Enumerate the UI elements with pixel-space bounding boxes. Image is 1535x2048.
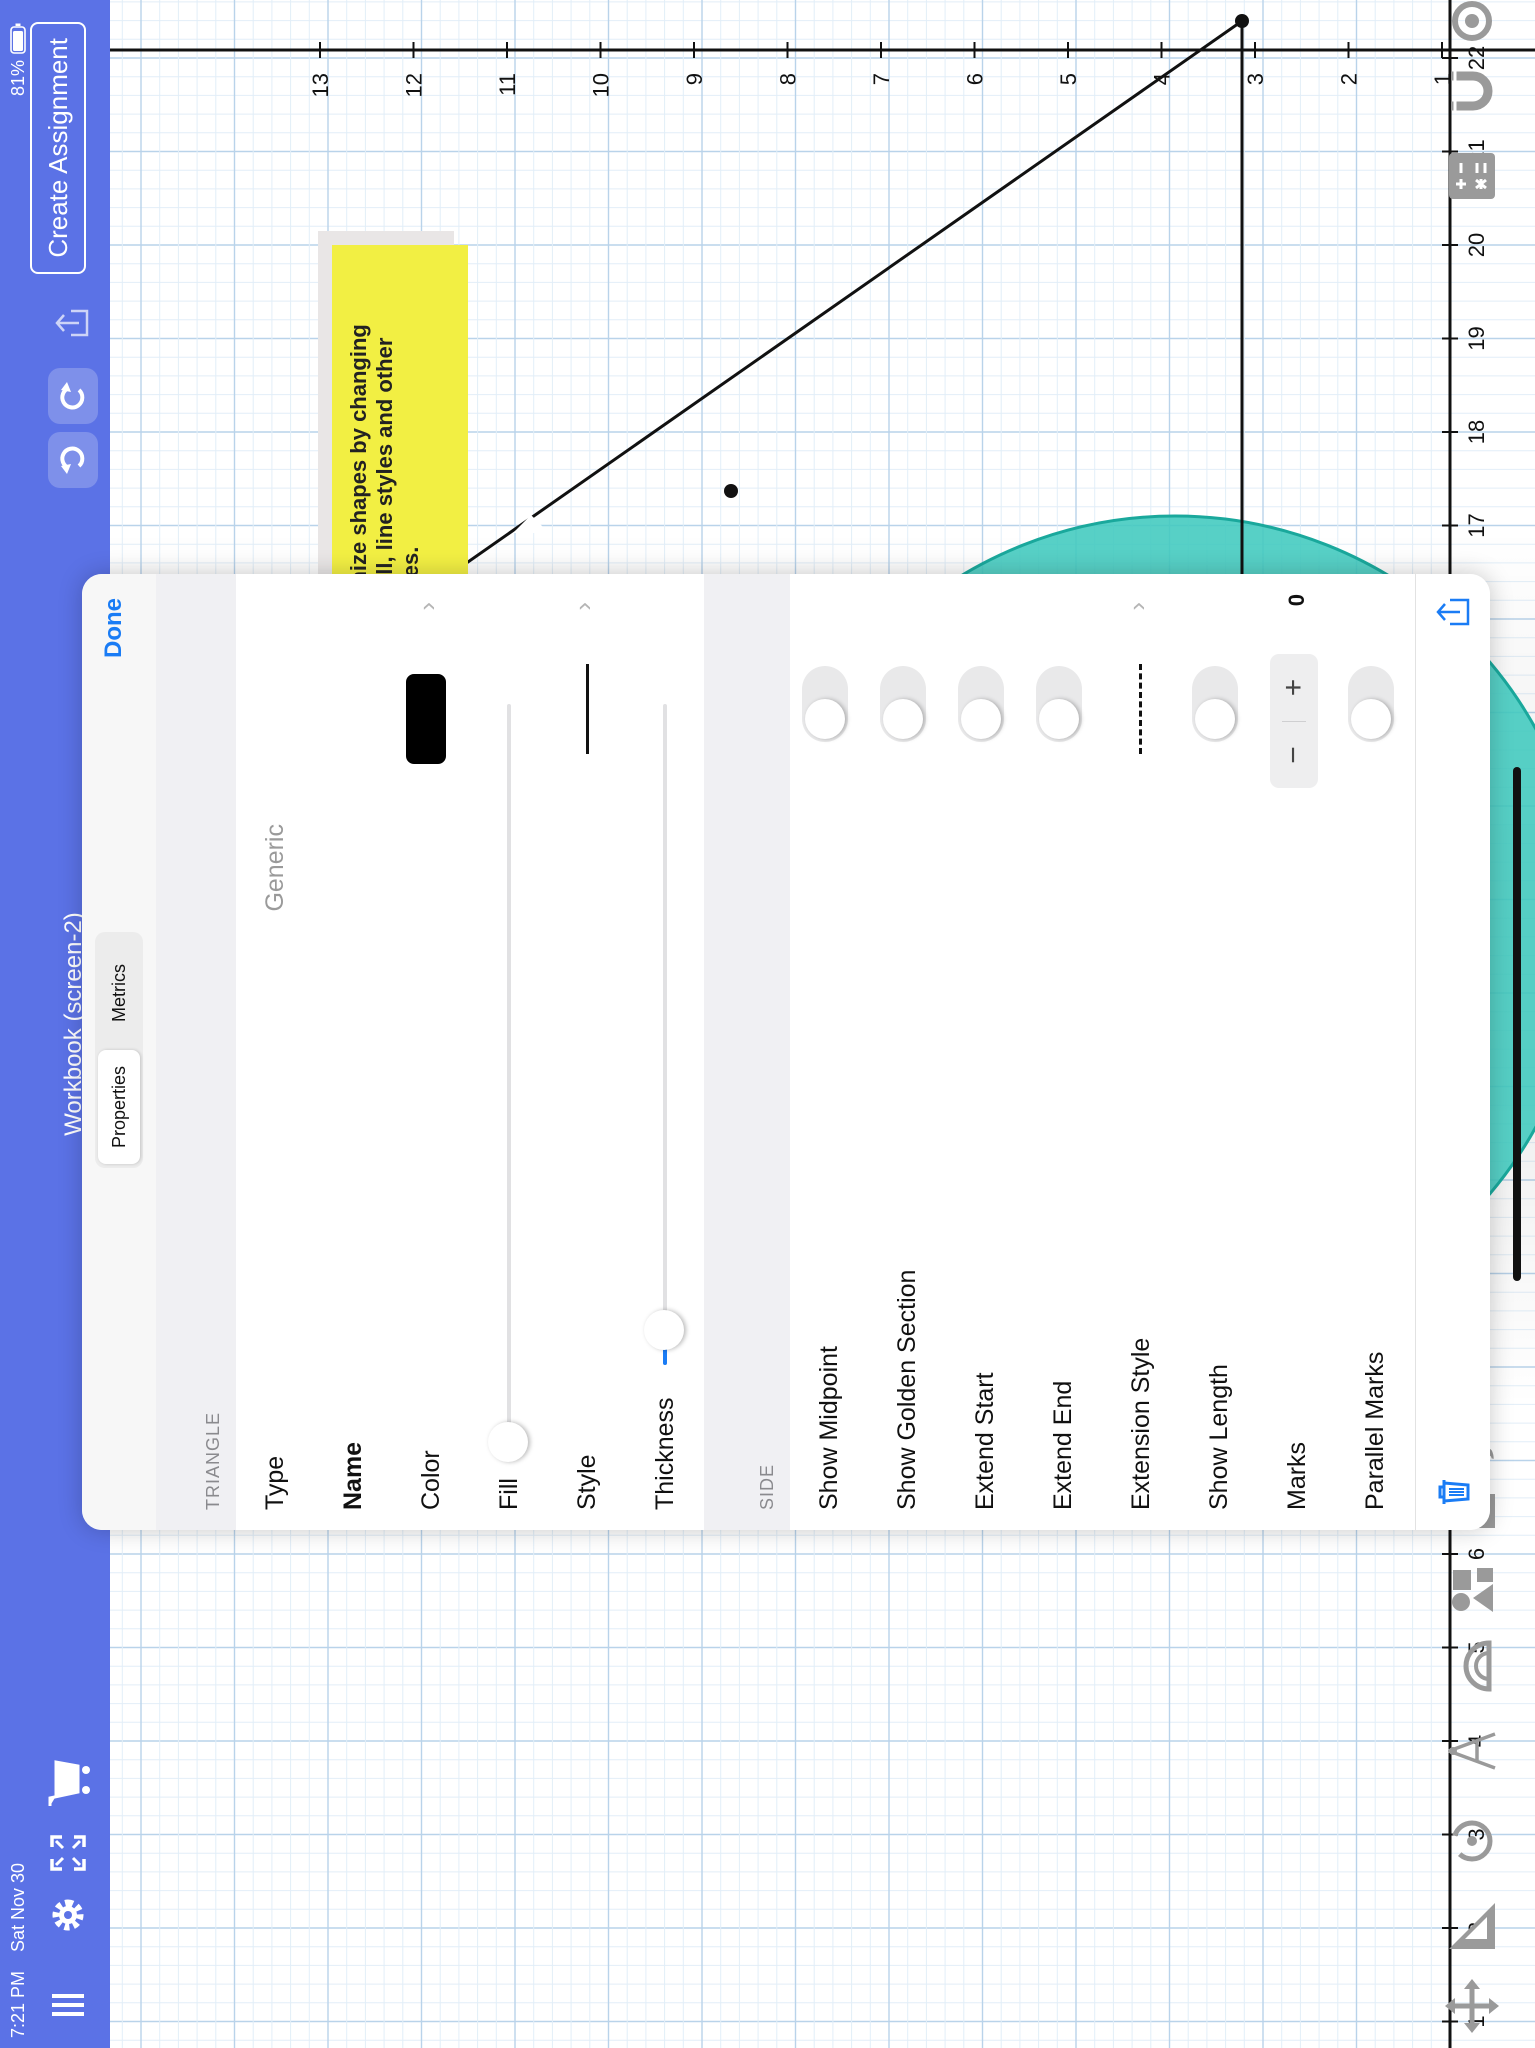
row-marks[interactable]: Marks − + 0 [1258,574,1337,1530]
thickness-slider-knob[interactable] [644,1310,684,1350]
x-tick-label: 19 [1464,326,1489,350]
row-color[interactable]: Color › [392,574,471,1530]
y-tick-label: 6 [963,73,988,85]
panel-tab-control: Properties Metrics [95,932,143,1168]
row-parallel-marks[interactable]: Parallel Marks [1336,574,1414,1530]
set-square-icon[interactable] [1440,1894,1504,1958]
chevron-right-icon: › [568,602,598,611]
y-tick-label: 13 [308,73,333,97]
share-icon[interactable] [1434,592,1474,632]
eye-icon[interactable] [1440,0,1504,43]
undo-icon [55,444,92,476]
compass-icon[interactable] [1440,1719,1504,1783]
rotate-icon[interactable] [1440,1809,1504,1873]
y-tick-label: 11 [495,73,520,96]
parallel-marks-toggle[interactable] [1348,666,1394,742]
line-style-dashed [1139,664,1142,754]
protractor-icon[interactable] [1440,1634,1504,1698]
calculator-icon[interactable] [1440,144,1504,208]
popover-arrow [513,515,549,533]
undo-button[interactable] [48,432,98,488]
color-swatch[interactable] [406,674,446,764]
properties-panel: Properties Metrics Done TRIANGLE Type Ge… [82,574,1490,1530]
status-date: Sat Nov 30 [8,1862,28,1952]
y-tick-label: 2 [1337,73,1362,85]
vertex-point[interactable] [1235,14,1249,28]
show-midpoint-toggle[interactable] [802,666,848,742]
status-time: 7:21 PM [8,1970,28,2038]
tangent-point[interactable] [724,484,738,498]
row-type[interactable]: Type Generic [236,574,315,1530]
home-indicator [1513,767,1521,1281]
x-tick-label: 18 [1464,420,1489,444]
row-name[interactable]: Name [314,574,393,1530]
y-tick-label: 7 [869,73,894,85]
show-length-toggle[interactable] [1192,666,1238,742]
row-thickness[interactable]: Thickness [626,574,704,1530]
extend-start-toggle[interactable] [958,666,1004,742]
y-tick-label: 9 [682,73,707,85]
marks-stepper[interactable]: − + [1270,654,1318,788]
create-assignment-button[interactable]: Create Assignment [30,22,86,274]
type-value: Generic [260,824,289,912]
move-icon[interactable] [1440,1974,1504,2038]
stepper-plus-button[interactable]: + [1270,654,1318,721]
row-show-midpoint[interactable]: Show Midpoint [790,574,869,1530]
y-tick-label: 8 [776,73,801,85]
y-tick-label: 10 [589,73,614,97]
battery-percent: 81% [8,60,28,97]
y-tick-label: 5 [1056,73,1081,85]
row-extend-start[interactable]: Extend Start [946,574,1025,1530]
chevron-right-icon: › [1122,602,1152,611]
row-show-length[interactable]: Show Length [1180,574,1259,1530]
line-style-solid [586,664,589,754]
done-button[interactable]: Done [100,598,128,658]
row-extend-end[interactable]: Extend End [1024,574,1103,1530]
redo-icon [55,380,92,412]
share-icon[interactable] [48,298,98,348]
stepper-minus-button[interactable]: − [1270,722,1318,788]
stamp-icon[interactable] [1440,1559,1504,1623]
y-tick-label: 3 [1243,73,1268,85]
row-extension-style[interactable]: Extension Style › [1102,574,1181,1530]
thickness-slider-track [663,704,667,1365]
tab-metrics[interactable]: Metrics [98,936,140,1050]
panel-footer [1415,574,1490,1530]
extend-end-toggle[interactable] [1036,666,1082,742]
show-golden-section-toggle[interactable] [880,666,926,742]
section-header-triangle: TRIANGLE [156,574,236,1530]
marks-value: 0 [1284,594,1309,607]
fill-slider-knob[interactable] [488,1422,528,1462]
row-show-golden-section[interactable]: Show Golden Section [868,574,947,1530]
row-fill[interactable]: Fill [470,574,549,1530]
redo-button[interactable] [48,368,98,424]
fill-slider-track [507,704,511,1450]
battery-icon [8,22,28,54]
app-screen: 7:21 PM Sat Nov 30 81% Workbook (screen-… [0,0,1535,2048]
magnet-icon[interactable] [1440,59,1504,123]
trash-icon[interactable] [1434,1472,1474,1512]
chevron-right-icon: › [412,602,442,611]
x-tick-label: 17 [1464,513,1489,537]
section-header-side: SIDE [704,574,790,1530]
y-tick-label: 12 [402,73,427,97]
panel-header: Properties Metrics Done [82,574,156,1530]
x-tick-label: 20 [1464,233,1489,257]
row-style[interactable]: Style › [548,574,627,1530]
tab-properties[interactable]: Properties [98,1050,140,1164]
